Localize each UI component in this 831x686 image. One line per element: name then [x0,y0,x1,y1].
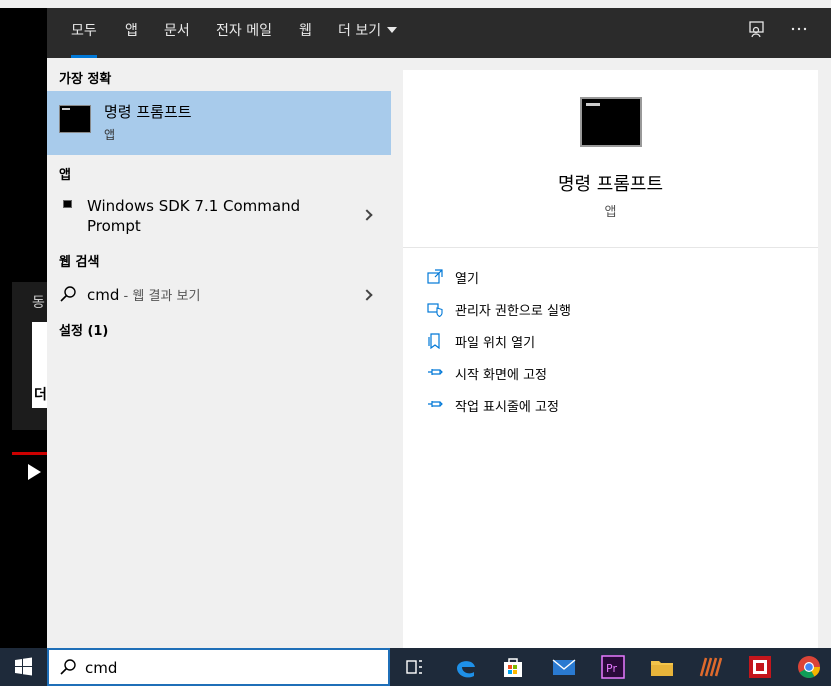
taskbar: Pr [0,648,831,686]
feedback-icon[interactable] [745,20,769,44]
pin-taskbar-icon [428,401,443,407]
web-search-suffix: - 웹 결과 보기 [119,289,201,304]
mail-icon[interactable] [551,654,577,680]
best-match-title: 명령 프롬프트 [104,103,192,121]
premiere-icon[interactable]: Pr [600,654,626,680]
chevron-right-icon[interactable] [361,209,373,221]
file-explorer-icon[interactable] [649,654,675,680]
tab-documents[interactable]: 문서 [164,8,190,58]
edge-icon[interactable] [453,654,479,680]
web-search-header: 웹 검색 [59,255,100,270]
command-prompt-icon [580,97,642,147]
play-icon[interactable] [28,464,41,480]
tab-web[interactable]: 웹 [299,8,312,58]
windows-logo-icon [15,657,32,676]
settings-header[interactable]: 설정 (1) [59,320,108,339]
search-flyout: 모두 앱 문서 전자 메일 웹 더 보기 가장 정확 명령 프롬프트 앱 앱 W… [47,8,831,648]
open-action-label: 열기 [455,272,479,287]
tab-apps[interactable]: 앱 [125,8,138,58]
web-search-item[interactable]: cmd - 웹 결과 보기 [47,282,391,308]
background-video-progress [12,452,47,455]
background-video-text: 동 [32,295,45,311]
preview-pane: 명령 프롬프트 앱 열기 관리자 권한으로 실행 파일 위치 열기 시작 화면에… [403,70,818,648]
app-item-label-line1: Windows SDK 7.1 Command [87,197,301,215]
best-match-subtitle: 앱 [104,128,116,142]
file-location-icon [428,333,440,349]
best-match-item[interactable]: 명령 프롬프트 앱 [47,91,391,155]
app-stripes-icon[interactable] [698,654,724,680]
preview-subtitle: 앱 [604,205,617,220]
chevron-down-icon [387,27,398,33]
tab-all[interactable]: 모두 [71,8,97,58]
chrome-icon[interactable] [796,654,822,680]
background-video-caption: 더 [34,387,47,403]
task-view-icon[interactable] [401,654,427,680]
apps-header: 앱 [59,168,71,183]
background-window-strip [0,0,831,8]
more-options-icon[interactable] [787,20,811,44]
results-pane: 가장 정확 명령 프롬프트 앱 앱 Windows SDK 7.1 Comman… [47,58,391,648]
pin-to-taskbar-label: 작업 표시줄에 고정 [455,400,559,415]
taskbar-search-box[interactable] [47,648,390,686]
open-icon [427,269,443,284]
app-red-icon[interactable] [747,654,773,680]
search-scope-bar: 모두 앱 문서 전자 메일 웹 더 보기 [47,8,831,58]
open-file-location-label: 파일 위치 열기 [455,336,536,351]
divider [403,247,818,248]
web-search-query: cmd [87,286,120,304]
app-item-label-line2: Prompt [87,217,141,235]
svg-text:Pr: Pr [606,662,617,675]
chevron-right-icon[interactable] [361,289,373,301]
web-search-label: cmd - 웹 결과 보기 [87,285,200,304]
command-prompt-icon [59,105,91,133]
command-prompt-icon [63,200,72,208]
preview-title: 명령 프롬프트 [557,174,664,195]
start-button[interactable] [0,648,47,686]
best-match-header: 가장 정확 [59,72,112,87]
store-icon[interactable] [500,654,526,680]
tab-more[interactable]: 더 보기 [338,8,398,58]
search-input[interactable] [85,657,365,679]
tab-email[interactable]: 전자 메일 [216,8,272,58]
search-icon [60,286,76,302]
pin-to-start-label: 시작 화면에 고정 [455,368,547,383]
list-item[interactable]: Windows SDK 7.1 Command Prompt [47,194,391,238]
pin-start-icon [428,369,443,375]
run-as-admin-label: 관리자 권한으로 실행 [455,304,571,319]
admin-shield-icon [427,303,443,317]
search-icon [60,659,76,675]
